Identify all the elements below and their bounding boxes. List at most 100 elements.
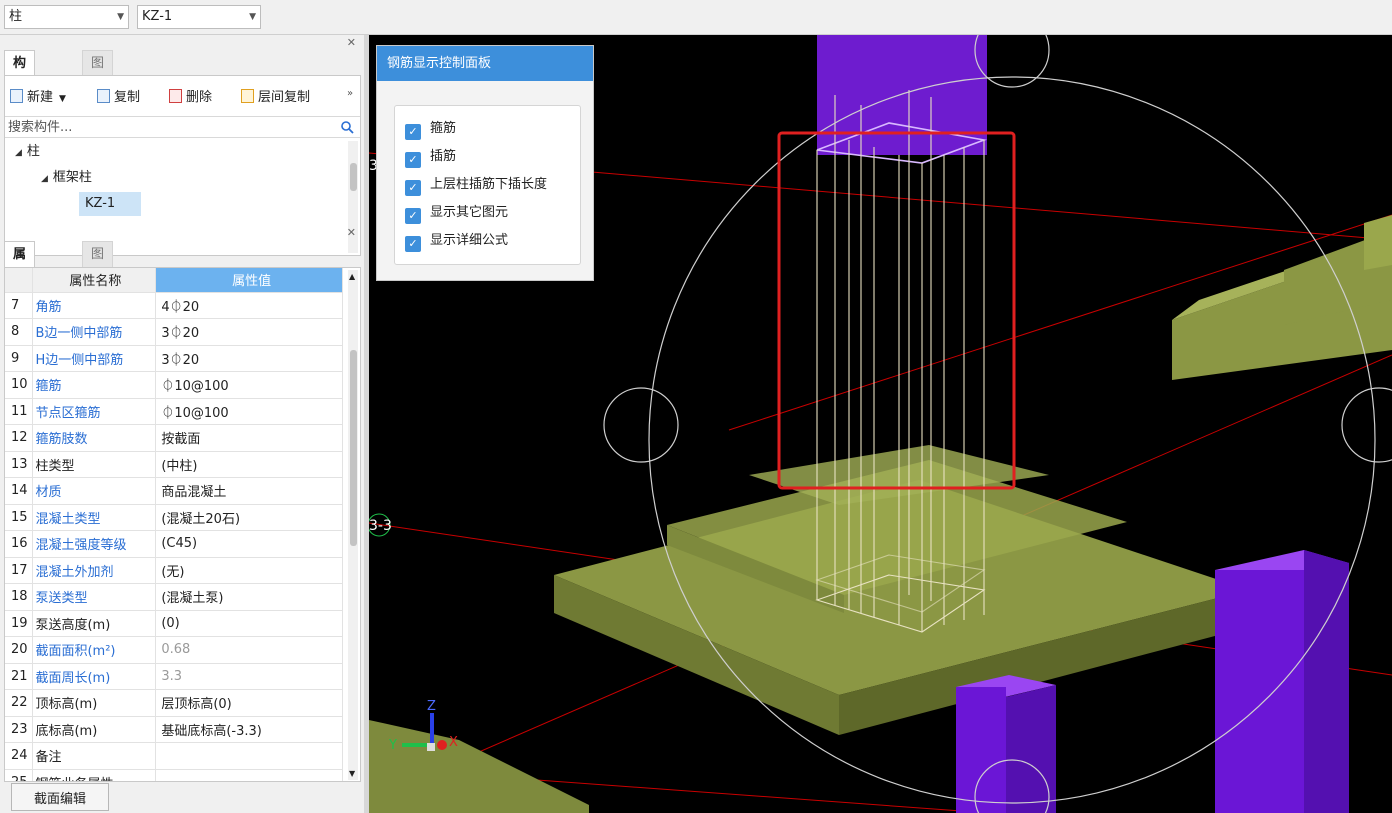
- component-select[interactable]: KZ-1 ▼: [137, 5, 261, 29]
- option-label: 上层柱插筋下插长度: [430, 177, 548, 192]
- tree-node-column-label: 柱: [26, 144, 40, 159]
- component-value: KZ-1: [142, 9, 173, 24]
- element-type-select[interactable]: 柱 ▼: [4, 5, 129, 29]
- tab-component-list[interactable]: 构件列表: [4, 50, 36, 149]
- property-value[interactable]: (0): [155, 610, 343, 637]
- collapse-triangle-icon[interactable]: ◢: [15, 148, 22, 158]
- tab-layer-management[interactable]: 图层管理: [82, 241, 114, 340]
- property-row[interactable]: 21 截面周长(m) 3.3: [5, 663, 343, 690]
- property-row[interactable]: 10 箍筋 ⏀10@100: [5, 371, 343, 399]
- property-row[interactable]: 17 混凝土外加剂 (无): [5, 557, 343, 584]
- property-row[interactable]: 24 备注: [5, 742, 343, 770]
- tree-node-kz1[interactable]: KZ-1: [79, 192, 141, 216]
- option-upper-dowel-length[interactable]: ✓ 上层柱插筋下插长度: [405, 176, 547, 196]
- tab-property-list[interactable]: 属性列表: [4, 241, 36, 340]
- checkbox-checked-icon[interactable]: ✓: [405, 124, 421, 140]
- scroll-up-icon[interactable]: ▲: [349, 272, 355, 281]
- property-rows: 7 角筋 4⏀20 8 B边一侧中部筋 3⏀20 9 H边一侧中部筋 3⏀20 10 箍筋 ⏀10@1…: [5, 292, 343, 781]
- property-value[interactable]: 3⏀20: [155, 318, 343, 346]
- property-index: 20: [5, 636, 34, 664]
- property-value[interactable]: 商品混凝土: [155, 477, 343, 505]
- property-row[interactable]: 13 柱类型 (中柱): [5, 451, 343, 478]
- chevron-down-icon: ▼: [249, 12, 256, 22]
- property-row[interactable]: 12 箍筋肢数 按截面: [5, 424, 343, 452]
- search-box: [5, 116, 360, 138]
- property-row[interactable]: 25钢筋业务属性: [5, 769, 343, 781]
- more-tools-button[interactable]: »: [347, 88, 353, 99]
- close-icon[interactable]: ✕: [347, 36, 356, 49]
- property-row[interactable]: 9 H边一侧中部筋 3⏀20: [5, 345, 343, 372]
- property-index: 16: [5, 530, 34, 558]
- property-name: 截面周长(m): [32, 663, 157, 690]
- property-value[interactable]: [155, 769, 343, 781]
- property-row[interactable]: 15 混凝土类型 (混凝土20石): [5, 504, 343, 531]
- property-value[interactable]: (无): [155, 557, 343, 584]
- close-icon[interactable]: ✕: [347, 226, 356, 239]
- x-axis-dot: [437, 740, 447, 750]
- left-column-front: [956, 687, 1006, 813]
- property-row[interactable]: 7 角筋 4⏀20: [5, 292, 343, 319]
- checkbox-checked-icon[interactable]: ✓: [405, 180, 421, 196]
- property-name: 顶标高(m): [32, 689, 157, 717]
- property-list-panel: 属性名称 属性值 7 角筋 4⏀20 8 B边一侧中部筋 3⏀20 9 H边一侧中部筋 3⏀20…: [4, 267, 361, 782]
- new-button[interactable]: 新建 ▼: [10, 86, 66, 105]
- section-edit-button[interactable]: 截面编辑: [11, 783, 109, 811]
- tab-drawing-management[interactable]: 图纸管理: [82, 50, 114, 149]
- property-scrollbar-thumb[interactable]: [350, 350, 357, 546]
- property-value[interactable]: (混凝土20石): [155, 504, 343, 531]
- tree-node-column[interactable]: ◢ 柱: [15, 140, 40, 164]
- control-panel-options: ✓ 箍筋 ✓ 插筋 ✓ 上层柱插筋下插长度 ✓ 显示其它图元 ✓ 显示详细公式: [394, 105, 581, 265]
- property-row[interactable]: 11 节点区箍筋 ⏀10@100: [5, 398, 343, 425]
- option-show-detailed-formula[interactable]: ✓ 显示详细公式: [405, 232, 508, 252]
- property-index: 18: [5, 583, 34, 611]
- option-dowel[interactable]: ✓ 插筋: [405, 148, 456, 168]
- search-input[interactable]: [5, 117, 325, 137]
- property-value[interactable]: (中柱): [155, 451, 343, 478]
- y-axis-label: Y: [388, 738, 397, 753]
- property-name: 底标高(m): [32, 716, 157, 743]
- option-show-other-elements[interactable]: ✓ 显示其它图元: [405, 204, 508, 224]
- delete-button[interactable]: 删除: [169, 86, 212, 105]
- property-value[interactable]: 3.3: [155, 663, 343, 690]
- collapse-triangle-icon[interactable]: ◢: [41, 174, 48, 184]
- property-value[interactable]: 按截面: [155, 424, 343, 452]
- property-value[interactable]: (混凝土泵): [155, 583, 343, 611]
- property-row[interactable]: 22 顶标高(m) 层顶标高(0): [5, 689, 343, 717]
- property-value[interactable]: 层顶标高(0): [155, 689, 343, 717]
- checkbox-checked-icon[interactable]: ✓: [405, 236, 421, 252]
- property-value[interactable]: 基础底标高(-3.3): [155, 716, 343, 743]
- property-index: 25: [5, 769, 34, 781]
- property-value[interactable]: 3⏀20: [155, 345, 343, 372]
- option-stirrup[interactable]: ✓ 箍筋: [405, 120, 456, 140]
- property-row[interactable]: 18 泵送类型 (混凝土泵): [5, 583, 343, 611]
- property-scrollbar[interactable]: ▲ ▼: [348, 270, 358, 780]
- search-icon[interactable]: [341, 121, 354, 134]
- option-label: 显示详细公式: [430, 233, 509, 248]
- property-name: 备注: [32, 742, 157, 770]
- property-value[interactable]: (C45): [155, 530, 343, 558]
- checkbox-checked-icon[interactable]: ✓: [405, 152, 421, 168]
- property-row[interactable]: 19 泵送高度(m) (0): [5, 610, 343, 637]
- tree-node-frame-column[interactable]: ◢ 框架柱: [41, 166, 92, 190]
- property-row[interactable]: 20 截面面积(m²) 0.68: [5, 636, 343, 664]
- property-name: B边一侧中部筋: [32, 318, 157, 346]
- property-row[interactable]: 16 混凝土强度等级 (C45): [5, 530, 343, 558]
- checkbox-checked-icon[interactable]: ✓: [405, 208, 421, 224]
- property-row[interactable]: 8 B边一侧中部筋 3⏀20: [5, 318, 343, 346]
- control-panel-title[interactable]: 钢筋显示控制面板: [377, 46, 593, 81]
- copy-button[interactable]: 复制: [97, 86, 140, 105]
- property-value[interactable]: ⏀10@100: [155, 398, 343, 425]
- property-name: 泵送高度(m): [32, 610, 157, 637]
- scroll-down-icon[interactable]: ▼: [349, 769, 355, 778]
- property-value[interactable]: ⏀10@100: [155, 371, 343, 399]
- property-row[interactable]: 14 材质 商品混凝土: [5, 477, 343, 505]
- property-value[interactable]: [155, 742, 343, 770]
- floor-copy-button[interactable]: 层间复制: [241, 86, 310, 105]
- property-name: 混凝土强度等级: [32, 530, 157, 558]
- property-value[interactable]: 0.68: [155, 636, 343, 664]
- property-value[interactable]: 4⏀20: [155, 292, 343, 319]
- property-index: 13: [5, 451, 34, 478]
- property-index: 23: [5, 716, 34, 743]
- property-row[interactable]: 23 底标高(m) 基础底标高(-3.3): [5, 716, 343, 743]
- tree-scrollbar-thumb[interactable]: [350, 163, 357, 191]
